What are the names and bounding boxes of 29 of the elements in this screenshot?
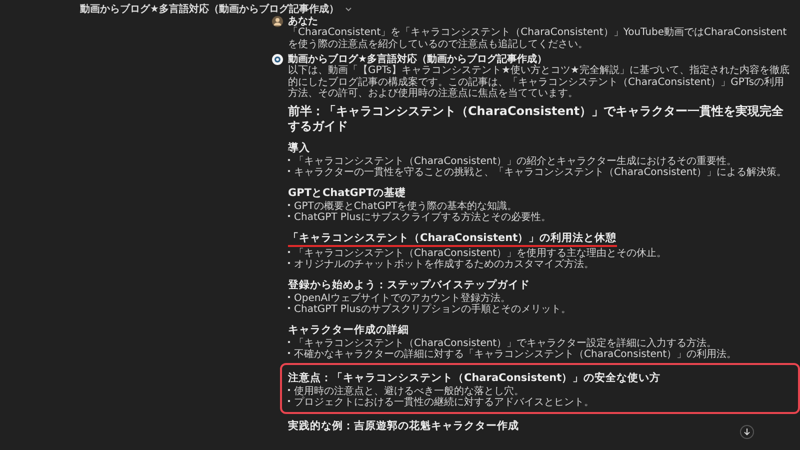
bullet-text: 使用時の注意点と、避けるべき一般的な落とし穴。 [294,386,524,396]
scroll-down-button[interactable] [740,425,754,439]
section-heading: 登録から始めよう：ステップバイステップガイド [288,278,530,292]
article-heading: 前半：「キャラコンシステント（CharaConsistent）」でキャラクター一貫性を実現完全するガイド [288,104,785,134]
section-heading: 注意点：「キャラコンシステント（CharaConsistent）」の安全な使い方 [288,372,661,384]
section-heading: 実践的な例：吉原遊郭の花魁キャラクター作成 [288,420,519,432]
assistant-avatar-icon [272,54,283,65]
message-text: 以下は、動画「【GPTs】キャラコンシステント★使い方とコツ★完全解説」に基づいて、指定された内容を徹底的にしたブログ記事の構成案です。この記事は、「キャラコンシステント（CharaConsistent）」GPTsの利用方法、その許可、および使用時の注意点に焦点を当てています。 [288,65,790,100]
caret-icon[interactable] [344,6,352,12]
bullet-text: ChatGPT Plusにサブスクライブする方法とその必要性。 [294,212,551,224]
author-name: あなた [288,16,318,27]
bullet-text: オリジナルのチャットボットを作成するためのカスタマイズ方法。 [294,259,594,270]
bullet-text: プロジェクトにおける一貫性の継続に対するアドバイスとヒント。 [294,397,594,408]
bullet-text: OpenAIウェブサイトでのアカウント登録方法。 [294,292,510,304]
user-avatar-icon [272,16,283,27]
bullet-text: キャラクターの一貫性を守ることの挑戦と、「キャラコンシステント（CharaConsistent）」による解決策。 [294,167,787,178]
bullet-text: 「キャラコンシステント（CharaConsistent）」の紹介とキャラクター生成におけるその重要性。 [294,156,737,166]
section-heading: キャラクター作成の詳細 [288,324,409,336]
section-heading: GPTとChatGPTの基礎 [288,186,406,200]
bullet-text: 「キャラコンシステント（CharaConsistent）」でキャラクター設定を詳細に入力する方法。 [294,338,717,348]
chat-title[interactable]: 動画からブログ★多言語対応（動画からブログ記事作成） [80,2,339,16]
bullet-text: 不確かなキャラクターの詳細に対する「キャラコンシステント（CharaConsistent）」の利用法。 [294,349,737,360]
section-heading: 「キャラコンシステント（CharaConsistent）」の利用法と休憩 [288,232,617,246]
message-text: 「CharaConsistent」を「キャラコンシステント（CharaConsistent）」YouTube動画ではCharaConsistentを使う際の注意点を紹介しているので注意点も追記してください。 [288,27,788,50]
section-heading: 導入 [288,142,310,154]
bullet-text: 「キャラコンシステント（CharaConsistent）」を使用する主な理由とその休止。 [294,248,667,258]
author-name: 動画からブログ★多言語対応（動画からブログ記事作成） [288,54,547,65]
bullet-text: GPTの概要とChatGPTを使う際の基本的な知識。 [294,200,518,212]
bullet-text: ChatGPT Plusのサブスクリプションの手順とそのメリット。 [294,304,571,316]
